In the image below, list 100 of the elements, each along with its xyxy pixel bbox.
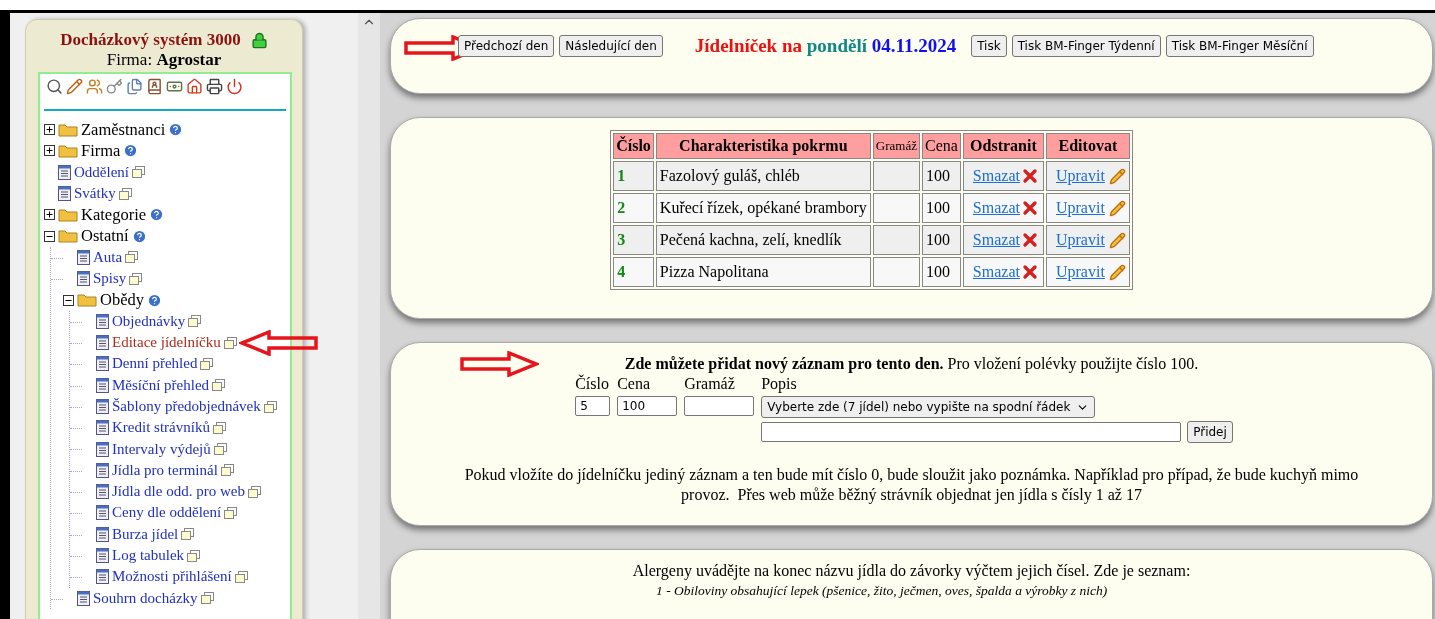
folder-icon bbox=[77, 293, 97, 307]
new-window-icon[interactable] bbox=[188, 315, 202, 328]
tree-item[interactable]: Zaměstnanci bbox=[81, 119, 166, 140]
field-label: Cena bbox=[617, 375, 652, 393]
print-button[interactable]: Tisk bbox=[971, 35, 1007, 57]
add-button[interactable]: Přidej bbox=[1187, 421, 1233, 443]
new-window-icon[interactable] bbox=[263, 400, 277, 413]
tree-item[interactable]: Oddělení bbox=[74, 163, 129, 181]
tree-item[interactable]: Denní přehled bbox=[112, 355, 198, 373]
new-window-icon[interactable] bbox=[213, 443, 227, 456]
new-window-icon[interactable] bbox=[200, 357, 214, 370]
edit-link[interactable]: Upravit bbox=[1055, 231, 1105, 249]
help-icon[interactable] bbox=[123, 143, 139, 159]
scrollbar[interactable] bbox=[358, 13, 380, 619]
power-icon[interactable] bbox=[226, 78, 243, 95]
dish-select[interactable]: Vyberte zde (7 jídel) nebo vypište na spodní řádek bbox=[761, 396, 1096, 418]
page-icon bbox=[96, 484, 109, 500]
tree-item[interactable]: Šablony předobjednávek bbox=[112, 398, 261, 415]
new-window-icon[interactable] bbox=[223, 336, 237, 349]
expand-icon[interactable] bbox=[44, 145, 55, 157]
help-icon[interactable] bbox=[149, 207, 165, 223]
table-cell: 3 bbox=[613, 225, 654, 255]
day-nav-button[interactable]: Předchozí den bbox=[458, 35, 555, 57]
expand-icon[interactable] bbox=[44, 124, 55, 136]
tree-item[interactable]: Editace jídelníčku bbox=[112, 334, 221, 352]
edit-link[interactable]: Upravit bbox=[1055, 263, 1105, 281]
tree-item[interactable]: Jídla dle odd. pro web bbox=[112, 483, 245, 501]
pencil-icon[interactable] bbox=[1108, 199, 1126, 217]
tree-item[interactable]: Jídla pro terminál bbox=[112, 461, 218, 479]
table-cell: Kuřecí řízek, opékané brambory bbox=[655, 193, 871, 223]
delete-link[interactable]: Smazat bbox=[972, 199, 1020, 217]
tree-item[interactable]: Intervaly výdejů bbox=[112, 440, 211, 458]
documents-icon[interactable] bbox=[126, 78, 143, 95]
input-field[interactable]: 100 bbox=[617, 396, 678, 416]
house-icon[interactable] bbox=[186, 78, 203, 95]
input-field[interactable]: 5 bbox=[575, 396, 611, 416]
page-icon bbox=[96, 548, 109, 564]
collapse-icon[interactable] bbox=[63, 294, 74, 306]
new-window-icon[interactable] bbox=[118, 187, 132, 200]
new-window-icon[interactable] bbox=[181, 528, 195, 541]
tree-item[interactable]: Auta bbox=[93, 248, 123, 266]
pencil-icon[interactable] bbox=[1108, 231, 1126, 249]
tree-item[interactable]: Log tabulek bbox=[112, 547, 185, 565]
tree-item[interactable]: Obědy bbox=[100, 290, 144, 310]
new-window-icon[interactable] bbox=[212, 379, 226, 392]
tree-item[interactable]: Možnosti přihlášení bbox=[112, 568, 232, 586]
new-window-icon[interactable] bbox=[224, 507, 238, 519]
field-label: Gramáž bbox=[684, 375, 736, 393]
print-button[interactable]: Tisk BM-Finger Týdenní bbox=[1011, 35, 1161, 57]
folder-icon bbox=[58, 143, 78, 158]
help-icon[interactable] bbox=[131, 228, 147, 244]
help-icon[interactable] bbox=[147, 292, 162, 308]
page-icon bbox=[96, 420, 109, 436]
new-window-icon[interactable] bbox=[234, 570, 248, 583]
page-icon bbox=[96, 313, 109, 329]
new-window-icon[interactable] bbox=[125, 251, 139, 264]
edit-link[interactable]: Upravit bbox=[1055, 167, 1105, 185]
tree-item[interactable]: Burza jídel bbox=[112, 525, 179, 543]
new-window-icon[interactable] bbox=[132, 166, 145, 179]
pencil-icon[interactable] bbox=[1108, 263, 1126, 281]
tree-item[interactable]: Ceny dle oddělení bbox=[112, 504, 222, 522]
new-window-icon[interactable] bbox=[212, 421, 226, 434]
lock-icon[interactable] bbox=[250, 31, 268, 49]
search-icon[interactable] bbox=[46, 78, 63, 95]
input-field[interactable] bbox=[684, 396, 755, 416]
delete-link[interactable]: Smazat bbox=[972, 263, 1020, 281]
tree-item[interactable]: Měsíční přehled bbox=[112, 376, 210, 394]
new-window-icon[interactable] bbox=[129, 272, 143, 285]
tree-item[interactable]: Objednávky bbox=[112, 312, 186, 330]
new-window-icon[interactable] bbox=[187, 549, 201, 562]
tree-item[interactable]: Svátky bbox=[74, 185, 116, 203]
delete-link[interactable]: Smazat bbox=[972, 231, 1020, 249]
column-header: Odstranit bbox=[962, 133, 1044, 159]
menu-heading: Jídelníček na pondělí 04.11.2024 bbox=[694, 35, 957, 57]
tree-item[interactable]: Firma bbox=[81, 140, 121, 161]
print-button[interactable]: Tisk BM-Finger Měsíční bbox=[1165, 35, 1314, 57]
pencil-icon[interactable] bbox=[66, 78, 83, 95]
delete-link[interactable]: Smazat bbox=[972, 167, 1020, 185]
day-nav-button[interactable]: Následující den bbox=[559, 35, 663, 57]
users-icon[interactable] bbox=[86, 78, 103, 95]
help-icon[interactable] bbox=[168, 122, 184, 138]
tree-item[interactable]: Souhrn docházky bbox=[93, 589, 198, 607]
edit-link[interactable]: Upravit bbox=[1055, 199, 1105, 217]
tree-item[interactable]: Kredit strávníků bbox=[112, 419, 210, 437]
expand-icon[interactable] bbox=[44, 209, 55, 221]
page-icon bbox=[58, 186, 71, 202]
tree-item[interactable]: Ostatní bbox=[81, 226, 129, 247]
new-window-icon[interactable] bbox=[247, 485, 261, 498]
collapse-icon[interactable] bbox=[44, 230, 55, 242]
tree-item[interactable]: Spisy bbox=[93, 270, 127, 288]
allergens-intro: Alergeny uvádějte na konec názvu jídla do závorky výčtem jejich čísel. Zde je seznam: bbox=[631, 562, 1192, 580]
printer-icon[interactable] bbox=[206, 78, 223, 95]
new-window-icon[interactable] bbox=[220, 464, 234, 477]
book-icon[interactable] bbox=[146, 78, 163, 95]
tree-item[interactable]: Kategorie bbox=[81, 204, 147, 225]
table-cell: Fazolový guláš, chléb bbox=[655, 161, 871, 191]
key-icon[interactable] bbox=[106, 78, 123, 95]
pencil-icon[interactable] bbox=[1108, 167, 1126, 185]
new-window-icon[interactable] bbox=[200, 592, 214, 605]
input-field[interactable] bbox=[761, 422, 1182, 442]
